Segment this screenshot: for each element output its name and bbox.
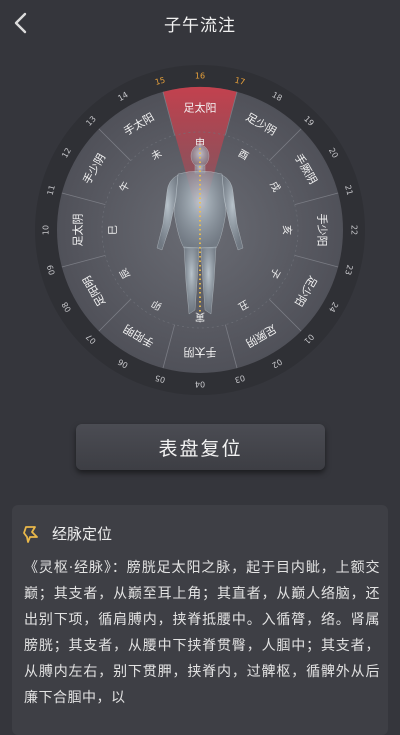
dial-graphic: 16 17181920212223240102030405060708091011… [35,65,365,395]
page-title: 子午流注 [164,15,236,36]
card-body-text: 《灵枢·经脉》：膀胱足太阳之脉，起于目内眦，上额交巅；其支者，从巅至耳上角；其直… [24,560,380,706]
card-header: 经脉定位 [22,523,112,544]
hour-label: 16 [195,72,205,81]
meridian-label[interactable]: 足太阳 [184,102,217,115]
meridian-label[interactable]: 足太阴 [72,214,85,247]
chevron-left-icon [14,12,27,34]
hour-label: 22 [350,225,359,235]
meridian-label[interactable]: 手少阳 [316,214,330,247]
branch-label: 亥 [281,225,294,235]
pin-icon [23,525,38,543]
meridian-label[interactable]: 手太阴 [184,346,217,360]
hour-label: 10 [42,225,51,235]
nav-bar: 子午流注 [0,0,400,46]
back-button[interactable] [6,8,36,38]
branch-label: 寅 [195,311,205,324]
hour-label: 04 [195,380,205,389]
meridian-info-card: 经脉定位 《灵枢·经脉》：膀胱足太阳之脉，起于目内眦，上额交巅；其支者，从巅至耳… [12,505,388,735]
meridian-clock-dial[interactable]: 16 17 18 19 20 21 22 23 24 01 02 03 04 05 06 07 08 09 10 11… [0,62,400,402]
card-title: 经脉定位 [52,525,113,543]
reset-dial-button[interactable]: 表盘复位 [76,424,325,470]
branch-label: 巳 [108,225,120,235]
